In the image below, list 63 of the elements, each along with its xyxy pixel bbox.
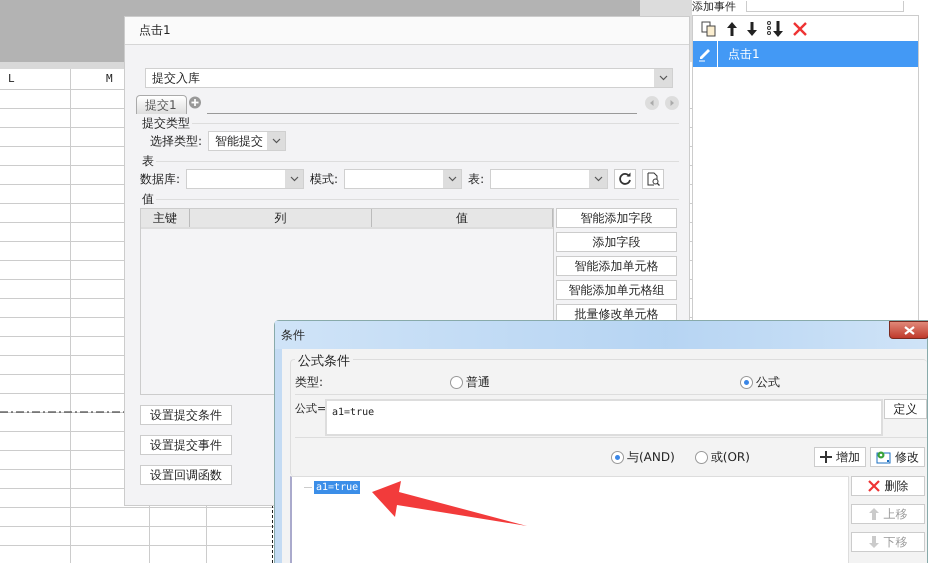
panel-title: 添加事件 [692, 0, 736, 12]
delete-icon[interactable] [793, 22, 807, 36]
field-label: 类型: [295, 374, 324, 390]
up-arrow-icon[interactable] [727, 22, 737, 36]
column-header: L [0, 69, 71, 89]
column-header: 值 [372, 209, 553, 227]
caret-icon [272, 138, 281, 144]
action-button[interactable]: 添加字段 [556, 232, 677, 252]
radio-option[interactable]: 普通 [450, 374, 490, 390]
pencil-icon [697, 46, 713, 62]
section-label: 公式条件 [295, 352, 353, 370]
edit-button[interactable]: 修改 [870, 447, 925, 467]
next-icon[interactable] [665, 96, 679, 110]
action-button[interactable]: 设置提交事件 [140, 435, 232, 455]
plus-icon [820, 451, 832, 463]
formula-field[interactable]: a1=true [325, 399, 883, 436]
section-label: 值 [141, 190, 155, 208]
type-dropdown[interactable]: 智能提交 [208, 131, 286, 151]
radio-option[interactable]: 与(AND) [611, 448, 675, 466]
dialog-title: 条件 [275, 321, 927, 349]
close-button[interactable] [889, 321, 928, 339]
copy-icon[interactable] [701, 20, 717, 36]
column-header: 列 [190, 209, 372, 227]
close-icon [868, 480, 880, 492]
action-button[interactable]: 智能添加单元格组 [556, 280, 677, 300]
define-button[interactable]: 定义 [884, 399, 927, 419]
refresh-icon [618, 172, 632, 186]
field-label: 选择类型: [150, 132, 202, 150]
field-label: 公式= [295, 401, 325, 416]
down-arrow-icon[interactable] [747, 22, 757, 36]
radio-option[interactable]: 或(OR) [694, 448, 750, 466]
up-arrow-icon [868, 508, 878, 520]
field-label: 模式: [310, 170, 338, 188]
caret-icon [448, 176, 457, 182]
caret-icon [658, 75, 668, 81]
event-field[interactable] [746, 1, 904, 12]
down-arrow-icon [868, 536, 878, 548]
column-header: M [105, 71, 113, 87]
action-button[interactable]: 智能添加单元格 [556, 256, 677, 276]
column-header: 主键 [141, 209, 190, 227]
gear-icon [876, 450, 891, 464]
field-label: 表: [468, 170, 484, 188]
preview-button[interactable] [642, 169, 664, 189]
section-label: 表 [141, 152, 155, 170]
refresh-button[interactable] [614, 169, 636, 189]
caret-icon [594, 176, 603, 182]
close-icon [904, 326, 914, 334]
dialog-title: 点击1 [125, 17, 689, 45]
add-button[interactable]: 增加 [814, 447, 866, 467]
add-tab-icon[interactable] [188, 94, 201, 110]
section-label: 提交类型 [141, 114, 191, 132]
document-search-icon [646, 172, 660, 186]
caret-icon [290, 176, 299, 182]
field-label: 数据库: [140, 170, 180, 188]
delete-button[interactable]: 删除 [851, 476, 925, 496]
move-bottom-icon[interactable] [767, 20, 783, 36]
action-button[interactable]: 设置回调函数 [140, 465, 232, 485]
action-button[interactable]: 智能添加字段 [556, 208, 677, 228]
action-button[interactable]: 设置提交条件 [140, 405, 232, 425]
previous-icon[interactable] [645, 96, 659, 110]
action-dropdown[interactable]: 提交入库 [145, 68, 673, 88]
tab[interactable]: 提交1 [136, 95, 187, 114]
radio-option[interactable]: 公式 [740, 374, 780, 390]
